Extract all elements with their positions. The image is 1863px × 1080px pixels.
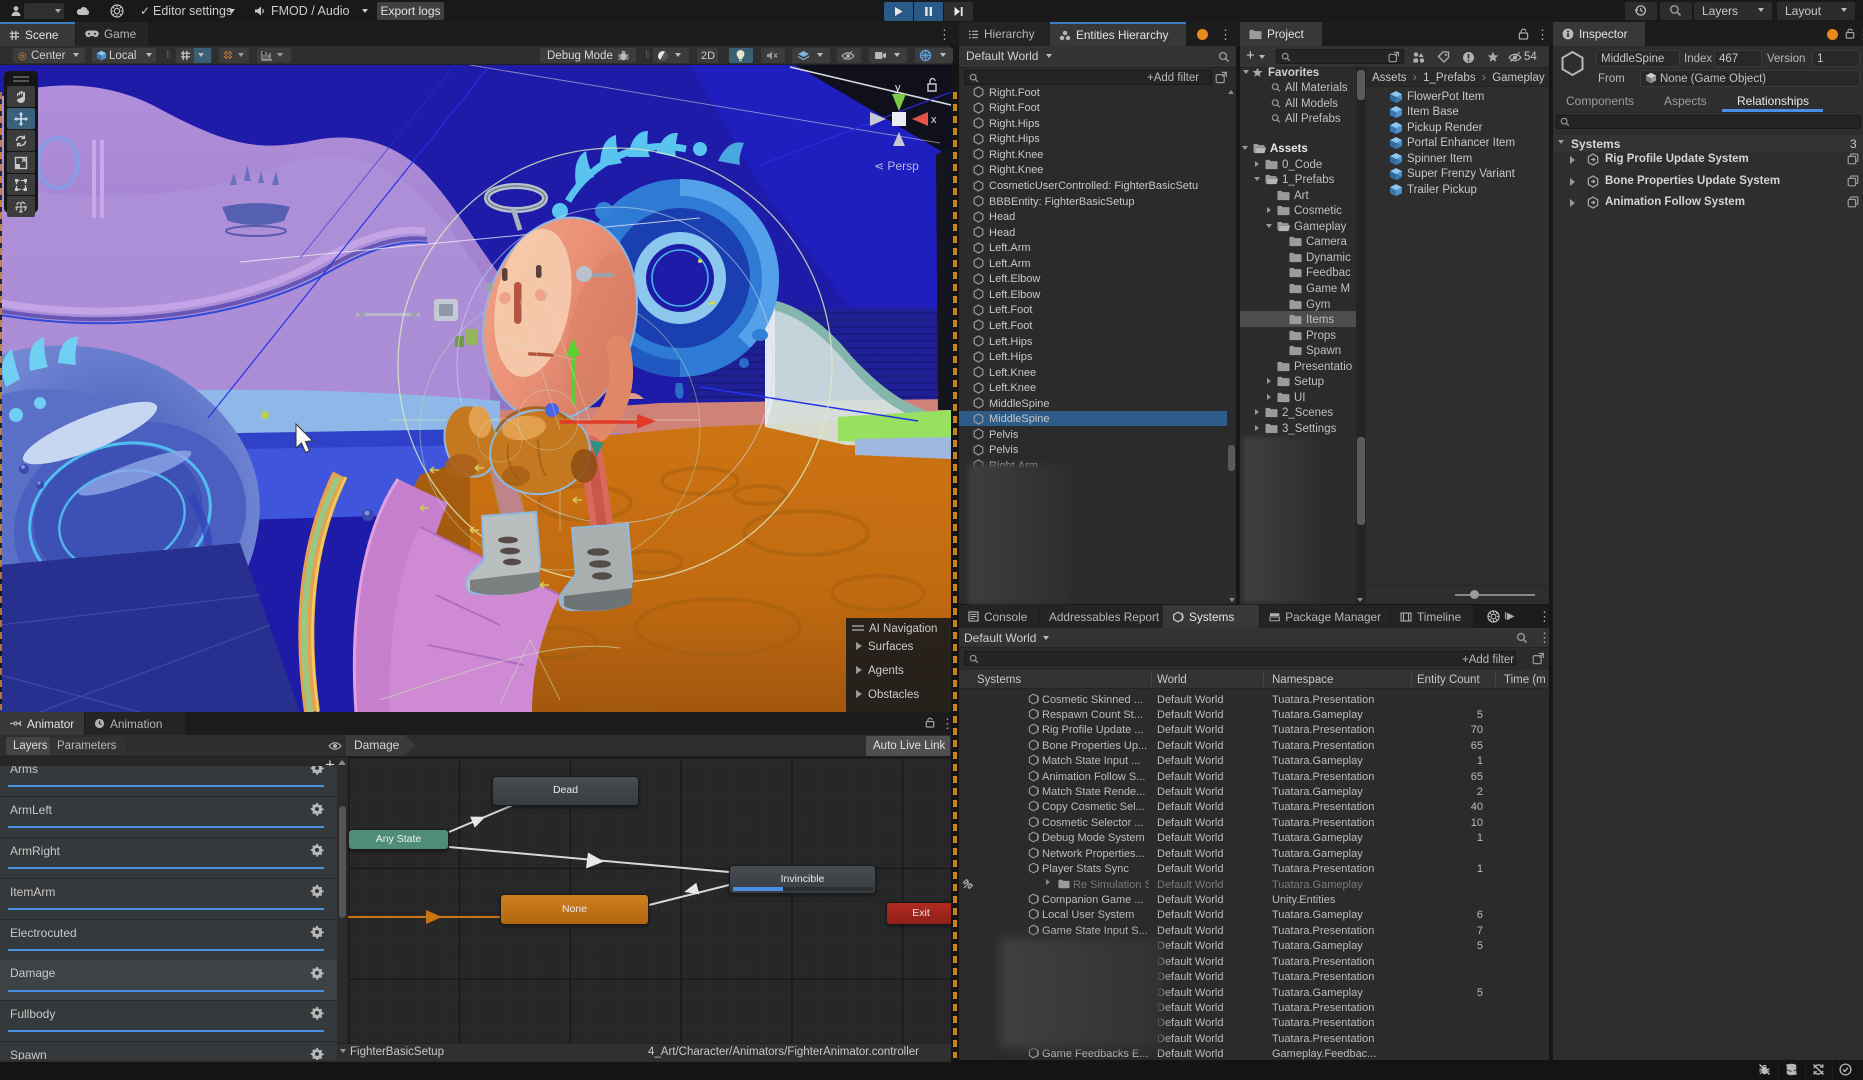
svg-text:y: y <box>895 82 901 94</box>
svg-text:⋖ Persp: ⋖ Persp <box>874 159 919 173</box>
svg-text:x: x <box>931 114 937 126</box>
svg-text:Surfaces: Surfaces <box>868 641 914 653</box>
svg-text:AI Navigation: AI Navigation <box>869 623 937 635</box>
svg-text:Obstacles: Obstacles <box>868 689 919 701</box>
svg-text:Agents: Agents <box>868 665 904 677</box>
